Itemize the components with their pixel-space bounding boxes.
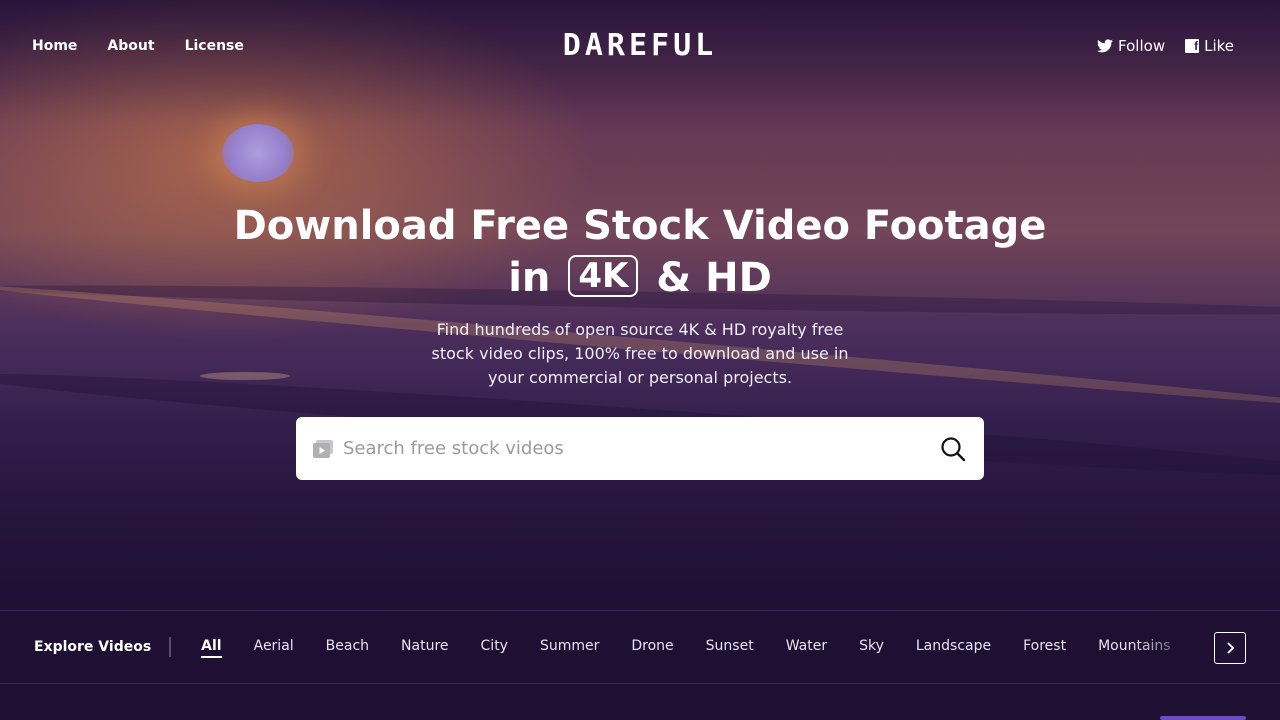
hero-subtitle: Find hundreds of open source 4K & HD roy… [431,320,849,387]
search-bar [296,417,984,480]
category-sunset[interactable]: Sunset [706,636,754,658]
like-label: Like [1204,37,1234,55]
search-input[interactable] [343,438,940,459]
headline-rest: & HD [656,255,772,301]
category-drone[interactable]: Drone [631,636,673,658]
facebook-icon: f [1185,39,1200,53]
category-list: All Aerial Beach Nature City Summer Dron… [201,636,1202,658]
category-landscape[interactable]: Landscape [916,636,991,658]
category-sky[interactable]: Sky [859,636,884,658]
headline-line1: Download Free Stock Video Footage [233,203,1047,249]
category-water[interactable]: Water [786,636,827,658]
follow-label: Follow [1118,37,1166,55]
video-icon [313,439,333,458]
page-title: Download Free Stock Video Footage in 4K … [0,200,1280,304]
category-mountains[interactable]: Mountains [1098,636,1171,658]
resolution-badge: 4K [568,255,639,297]
headline-in: in [508,255,551,301]
social-links: Follow f Like [1077,30,1234,62]
hero-overlay [0,0,1280,610]
search-icon[interactable] [940,436,966,462]
chevron-right-icon [1227,642,1235,654]
content-preview-strip [1160,716,1246,720]
twitter-icon [1097,39,1114,53]
category-forest[interactable]: Forest [1023,636,1066,658]
category-city[interactable]: City [481,636,508,658]
category-summer[interactable]: Summer [540,636,599,658]
facebook-like-button[interactable]: f Like [1185,37,1234,55]
explore-label: Explore Videos [34,637,172,657]
categories-next-button[interactable] [1214,632,1246,664]
category-all[interactable]: All [201,636,222,658]
category-aerial[interactable]: Aerial [254,636,294,658]
explore-bar: Explore Videos All Aerial Beach Nature C… [0,610,1280,684]
category-beach[interactable]: Beach [326,636,369,658]
hero-background [0,0,1280,610]
category-nature[interactable]: Nature [401,636,448,658]
twitter-follow-button[interactable]: Follow [1097,37,1165,55]
